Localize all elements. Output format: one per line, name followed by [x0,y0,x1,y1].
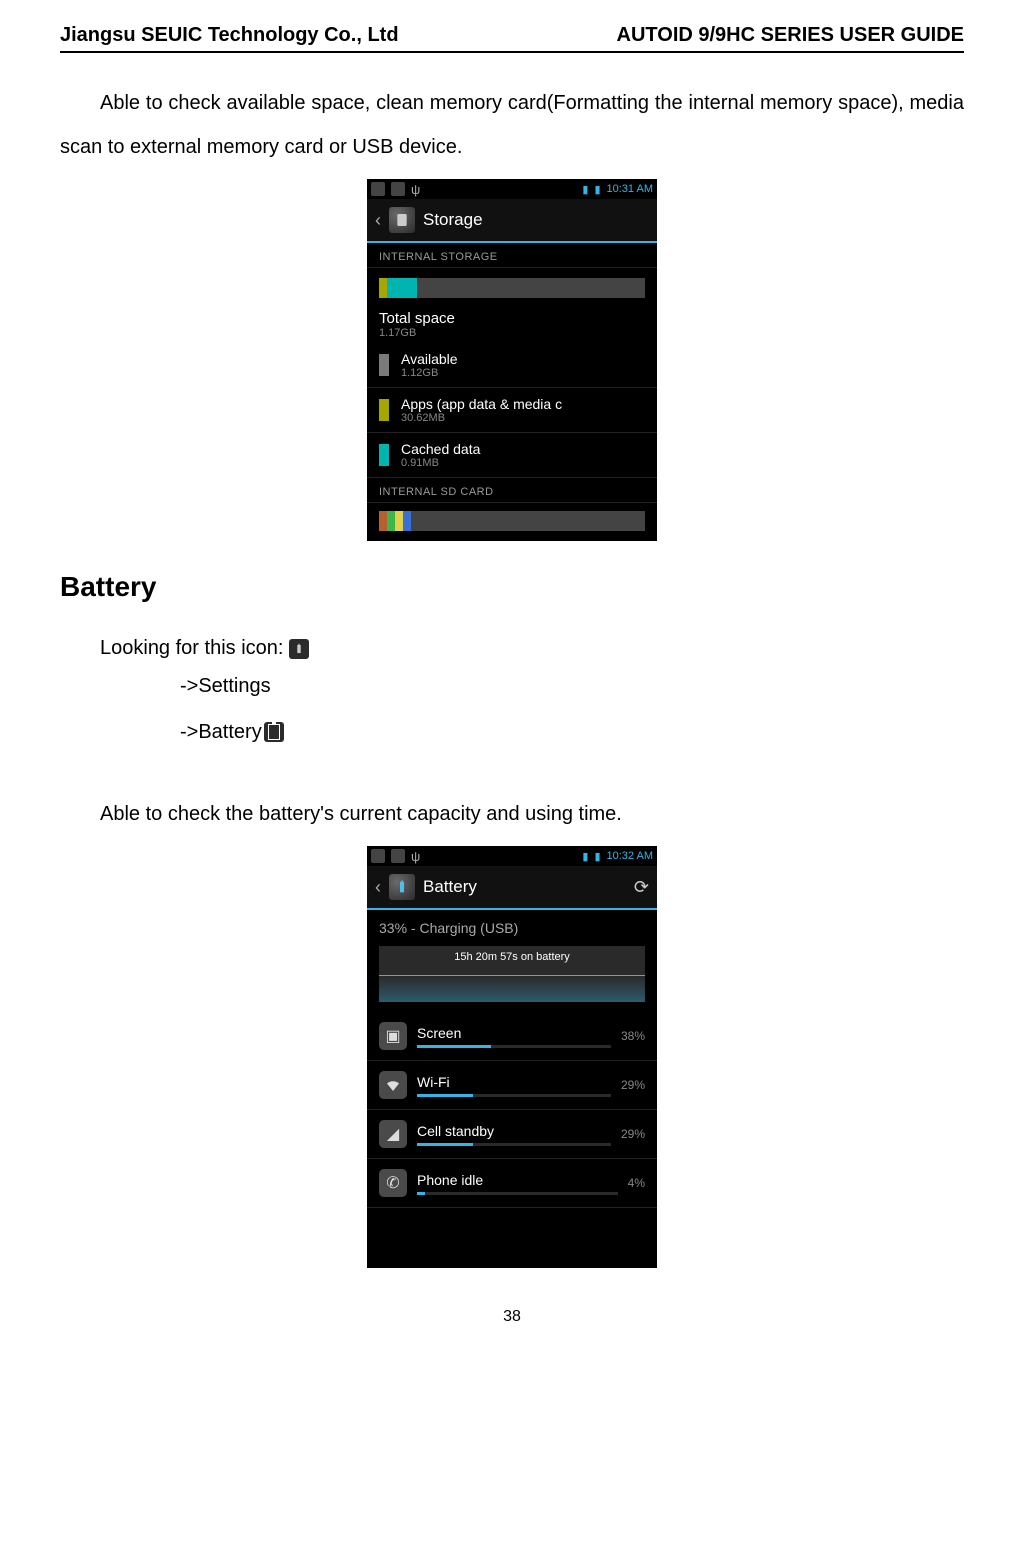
total-space-value: 1.17GB [379,327,645,339]
available-value: 1.12GB [401,367,458,379]
internal-storage-label: INTERNAL STORAGE [367,243,657,268]
cached-label: Cached data [401,441,480,457]
wifi-icon [379,1071,407,1099]
battery-graph[interactable]: 15h 20m 57s on battery [379,946,645,1002]
looking-label: Looking for this icon: [100,637,283,660]
status-time: 10:31 AM [607,183,653,195]
battery-row-phone-idle[interactable]: ✆ Phone idle 4% [367,1159,657,1208]
nav-battery: ->Battery [180,712,262,752]
screen-icon: ▣ [379,1022,407,1050]
sd-status-icon-2 [371,849,385,863]
usb-status-icon-2 [411,849,420,864]
wifi-label: Wi-Fi [417,1074,450,1090]
img-status-icon-2 [391,849,405,863]
intro-paragraph: Able to check available space, clean mem… [60,81,964,169]
battery-heading: Battery [60,571,964,603]
battery-status-line: 33% - Charging (USB) [367,910,657,942]
available-row[interactable]: Available 1.12GB [367,343,657,388]
back-icon[interactable]: ‹ [375,210,381,231]
battery-screenshot: ▮ ▮ 10:32 AM ‹ Battery ⟳ 33% - Charging … [367,846,657,1268]
cached-swatch [379,444,389,466]
screen-label: Screen [417,1025,461,1041]
battery-settings-icon [289,639,309,659]
nav-settings: ->Settings [180,666,271,706]
signal-icon-2: ▮ [582,850,588,863]
wifi-pct: 29% [621,1078,645,1092]
cached-value: 0.91MB [401,457,480,469]
battery-title: Battery [423,877,477,897]
total-space-label: Total space [379,310,645,327]
battery-row-wifi[interactable]: Wi-Fi 29% [367,1061,657,1110]
battery-status-icon-2: ▮ [594,850,600,863]
storage-screenshot: ▮ ▮ 10:31 AM ‹ Storage INTERNAL STORAGE … [367,179,657,541]
phone-idle-pct: 4% [628,1176,645,1190]
battery-description: Able to check the battery's current capa… [60,792,964,836]
page-number: 38 [60,1308,964,1326]
battery-row-screen[interactable]: ▣ Screen 38% [367,1012,657,1061]
battery-status-icon: ▮ [594,183,600,196]
battery-row-cell[interactable]: ◢ Cell standby 29% [367,1110,657,1159]
available-swatch [379,354,389,376]
storage-title: Storage [423,210,483,230]
back-icon-2[interactable]: ‹ [375,877,381,898]
screen-pct: 38% [621,1029,645,1043]
sd-usage-bar [379,511,645,531]
header-left: Jiangsu SEUIC Technology Co., Ltd [60,24,399,47]
apps-row[interactable]: Apps (app data & media c 30.62MB [367,388,657,433]
storage-title-icon [389,207,415,233]
signal-icon: ▮ [582,183,588,196]
storage-usage-bar [379,278,645,298]
internal-sd-label: INTERNAL SD CARD [367,478,657,503]
apps-value: 30.62MB [401,412,562,424]
header-right: AUTOID 9/9HC SERIES USER GUIDE [617,24,964,47]
img-status-icon [391,182,405,196]
battery-graph-label: 15h 20m 57s on battery [387,951,637,963]
status-time-2: 10:32 AM [607,850,653,862]
phone-idle-label: Phone idle [417,1172,483,1188]
cached-row[interactable]: Cached data 0.91MB [367,433,657,478]
cell-standby-icon: ◢ [379,1120,407,1148]
usb-status-icon [411,182,420,197]
sd-status-icon [371,182,385,196]
refresh-icon[interactable]: ⟳ [634,877,649,898]
apps-label: Apps (app data & media c [401,396,562,412]
cell-pct: 29% [621,1127,645,1141]
total-space-row: Total space 1.17GB [367,304,657,343]
cell-label: Cell standby [417,1123,494,1139]
battery-small-icon [264,722,284,742]
battery-title-icon [389,874,415,900]
apps-swatch [379,399,389,421]
available-label: Available [401,351,458,367]
phone-idle-icon: ✆ [379,1169,407,1197]
